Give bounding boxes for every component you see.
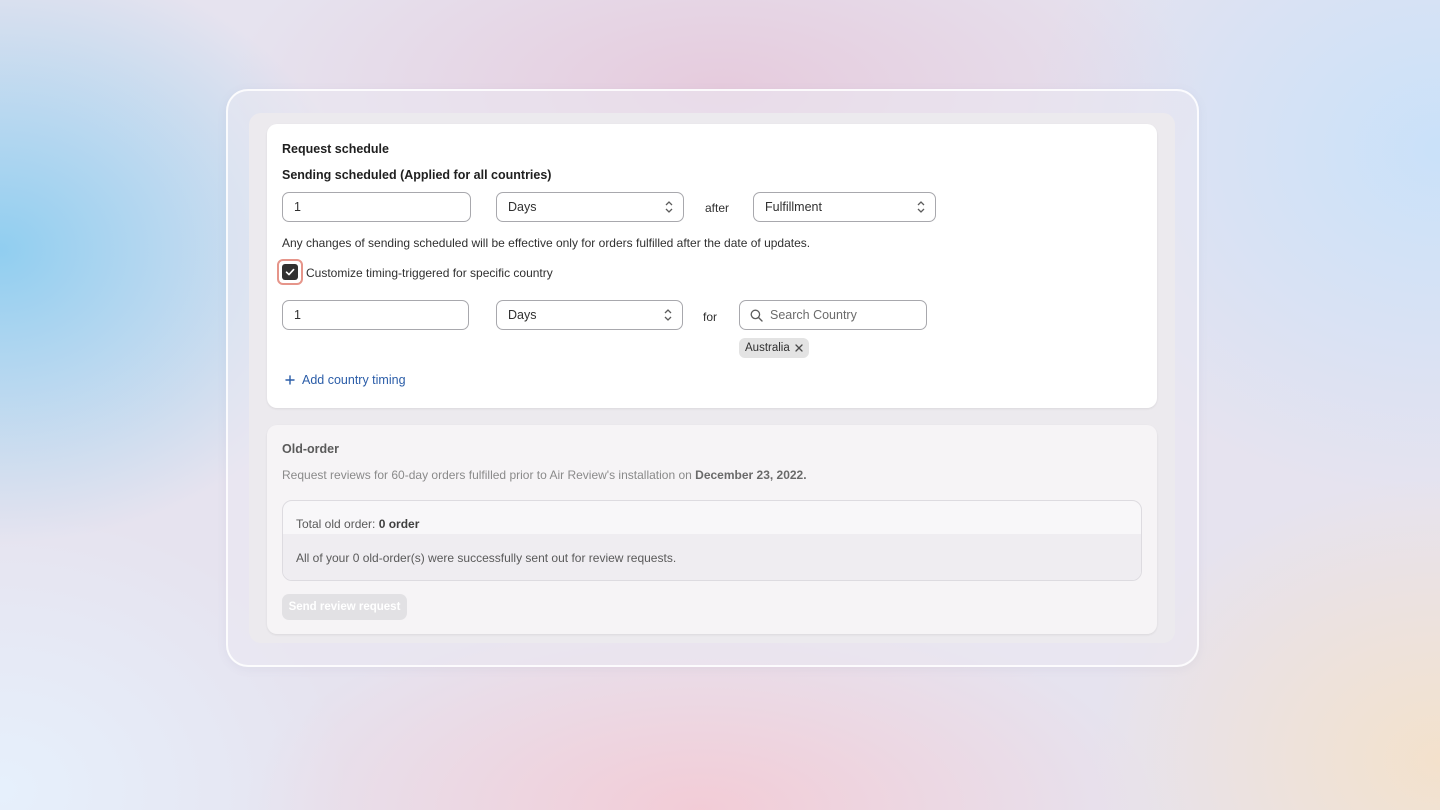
- select-chevron-icon: [665, 201, 673, 213]
- customize-timing-checkbox[interactable]: [282, 264, 298, 280]
- total-old-order: Total old order: 0 order: [296, 517, 419, 531]
- old-order-description-text: Request reviews for 60-day orders fulfil…: [282, 468, 696, 482]
- schedule-amount-input[interactable]: 1: [282, 192, 471, 222]
- select-chevron-icon: [917, 201, 925, 213]
- add-country-timing-link[interactable]: Add country timing: [285, 373, 406, 387]
- country-search-input[interactable]: Search Country: [739, 300, 927, 330]
- country-amount-input[interactable]: 1: [282, 300, 469, 330]
- remove-tag-icon[interactable]: [795, 344, 803, 352]
- plus-icon: [285, 375, 295, 385]
- select-chevron-icon: [664, 309, 672, 321]
- checkmark-icon: [285, 268, 295, 276]
- country-unit-select[interactable]: Days: [496, 300, 683, 330]
- old-order-title: Old-order: [282, 442, 339, 456]
- total-old-order-value: 0 order: [378, 517, 420, 531]
- installation-date: December 23, 2022.: [695, 468, 807, 482]
- old-order-status-message: All of your 0 old-order(s) were successf…: [296, 551, 677, 565]
- trigger-select[interactable]: Fulfillment: [753, 192, 936, 222]
- search-icon: [750, 309, 763, 322]
- for-label: for: [703, 310, 718, 324]
- old-order-description: Request reviews for 60-day orders fulfil…: [282, 468, 807, 482]
- customize-timing-label[interactable]: Customize timing-triggered for specific …: [306, 266, 553, 280]
- old-order-summary-box: [282, 500, 1142, 581]
- country-tag-label: Australia: [745, 342, 790, 354]
- send-review-request-button[interactable]: Send review request: [282, 594, 407, 620]
- schedule-note: Any changes of sending scheduled will be…: [282, 236, 811, 250]
- country-unit-value: Days: [508, 308, 537, 322]
- schedule-amount-value: 1: [294, 200, 301, 214]
- total-old-order-label: Total old order:: [296, 517, 379, 531]
- schedule-unit-value: Days: [508, 200, 537, 214]
- request-schedule-title: Request schedule: [282, 142, 389, 156]
- country-amount-value: 1: [294, 308, 301, 322]
- trigger-value: Fulfillment: [765, 200, 822, 214]
- after-label: after: [705, 201, 730, 215]
- schedule-unit-select[interactable]: Days: [496, 192, 684, 222]
- sending-scheduled-label: Sending scheduled (Applied for all count…: [282, 168, 552, 182]
- add-country-timing-label: Add country timing: [302, 373, 406, 387]
- country-search-placeholder: Search Country: [770, 308, 857, 322]
- country-tag-australia: Australia: [739, 338, 809, 358]
